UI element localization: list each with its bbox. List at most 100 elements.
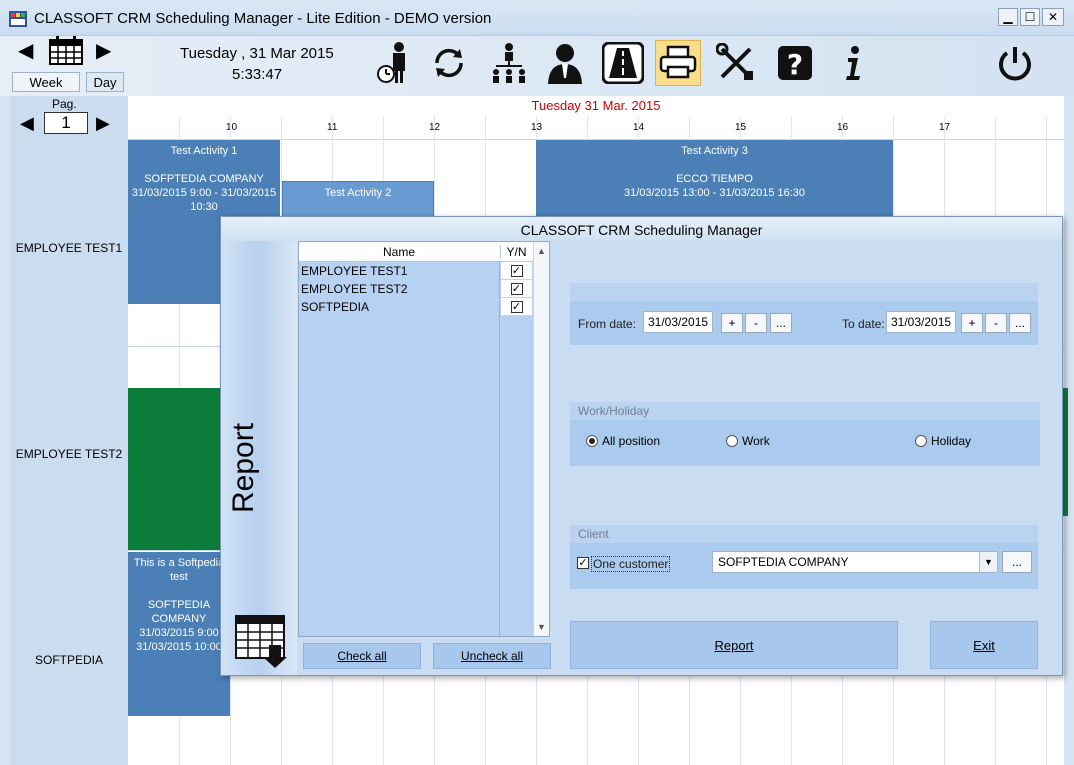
calendar-icon[interactable] [48, 36, 84, 66]
power-icon[interactable] [992, 40, 1038, 86]
activity-time: 31/03/2015 10:00 [136, 641, 222, 653]
maximize-button[interactable]: ☐ [1020, 8, 1040, 26]
report-dialog: CLASSOFT CRM Scheduling Manager Report N… [220, 216, 1063, 676]
radio-icon [726, 435, 738, 447]
activity-title: Test Activity 2 [324, 187, 392, 199]
svg-text:?: ? [787, 48, 803, 81]
activity-block[interactable]: Test Activity 3 ECCO TIEMPO 31/03/2015 1… [536, 140, 893, 218]
list-item[interactable]: SOFTPEDIA ✓ [299, 298, 532, 316]
work-holiday-panel: Work/Holiday All position Work Holiday [570, 402, 1040, 466]
report-button[interactable]: Report [570, 621, 898, 669]
next-page-arrow-icon[interactable]: ▶ [96, 113, 110, 134]
work-holiday-label: Work/Holiday [570, 402, 1040, 420]
radio-label: Work [742, 434, 770, 448]
list-item[interactable]: EMPLOYEE TEST1 ✓ [299, 262, 532, 280]
scroll-down-icon[interactable]: ▼ [537, 622, 546, 632]
list-item-name: EMPLOYEE TEST2 [301, 282, 408, 296]
window-title: CLASSOFT CRM Scheduling Manager - Lite E… [34, 10, 492, 27]
app-icon [9, 11, 27, 27]
title-bar: CLASSOFT CRM Scheduling Manager - Lite E… [0, 0, 1074, 36]
list-item-name: SOFTPEDIA [301, 300, 370, 314]
help-icon[interactable]: ? [772, 40, 818, 86]
chevron-down-icon[interactable]: ▼ [979, 552, 997, 572]
one-customer-checkbox[interactable]: ✓ [577, 557, 589, 569]
schedule-date-header: Tuesday 31 Mar. 2015 [128, 96, 1064, 116]
scroll-up-icon[interactable]: ▲ [537, 246, 546, 256]
uncheck-all-button[interactable]: Uncheck all [433, 643, 551, 669]
to-date-picker-button[interactable]: ... [1009, 313, 1031, 333]
activity-title: Test Activity 3 [681, 145, 748, 157]
client-label: Client [570, 525, 1038, 543]
activity-time: 31/03/2015 9:00 - 31/03/2015 10:30 [131, 187, 277, 213]
client-panel: Client ✓ One customer SOFPTEDIA COMPANY … [570, 525, 1038, 589]
page-label: Pag. [52, 97, 77, 111]
one-customer-label[interactable]: One customer [591, 556, 671, 572]
prev-date-arrow-icon[interactable]: ◀ [18, 38, 33, 63]
road-icon[interactable] [600, 40, 646, 86]
info-icon[interactable] [830, 40, 876, 86]
page-number[interactable]: 1 [44, 112, 88, 134]
list-item-checkbox[interactable]: ✓ [510, 282, 523, 295]
radio-work[interactable]: Work [726, 434, 770, 448]
activity-title: Test Activity 1 [170, 145, 238, 157]
next-date-arrow-icon[interactable]: ▶ [96, 38, 111, 63]
radio-label: All position [602, 434, 661, 448]
to-date-minus-button[interactable]: - [985, 313, 1007, 333]
minimize-button[interactable]: ▁ [998, 8, 1018, 26]
list-item-checkbox[interactable]: ✓ [510, 264, 523, 277]
prev-page-arrow-icon[interactable]: ◀ [20, 113, 34, 134]
to-date-plus-button[interactable]: + [961, 313, 983, 333]
close-button[interactable]: ✕ [1042, 8, 1064, 26]
activity-time: 31/03/2015 13:00 - 31/03/2015 16:30 [623, 187, 806, 199]
radio-holiday[interactable]: Holiday [915, 434, 971, 448]
radio-icon [915, 435, 927, 447]
list-header-yn: Y/N [500, 245, 532, 259]
activity-title: This is a Softpedia test [133, 557, 225, 583]
employee-label: SOFTPEDIA [34, 653, 103, 667]
toolbar: ◀ ▶ Week Day Tuesday , 31 Mar 2015 5:33:… [0, 36, 1074, 96]
org-chart-icon[interactable] [486, 40, 532, 86]
current-time: 5:33:47 [232, 66, 283, 83]
week-view-button[interactable]: Week [12, 72, 80, 92]
list-item-name: EMPLOYEE TEST1 [301, 264, 408, 278]
from-date-plus-button[interactable]: + [721, 313, 743, 333]
dialog-side-banner: Report [221, 241, 297, 675]
customer-icon[interactable] [542, 40, 588, 86]
to-date-field[interactable]: 31/03/2015 [886, 311, 956, 333]
activity-client: SOFTPEDIA COMPANY [147, 599, 211, 625]
tools-icon[interactable] [713, 40, 759, 86]
from-date-picker-button[interactable]: ... [770, 313, 792, 333]
activity-client: SOFPTEDIA COMPANY [144, 173, 264, 185]
report-side-label: Report [227, 422, 260, 513]
check-all-button[interactable]: Check all [303, 643, 421, 669]
radio-label: Holiday [931, 434, 972, 448]
exit-button[interactable]: Exit [930, 621, 1038, 669]
list-item-checkbox[interactable]: ✓ [510, 300, 523, 313]
activity-block[interactable]: This is a Softpedia test SOFTPEDIA COMPA… [128, 552, 230, 716]
customer-select[interactable]: SOFPTEDIA COMPANY ▼ [712, 551, 998, 573]
from-date-minus-button[interactable]: - [745, 313, 767, 333]
dialog-title: CLASSOFT CRM Scheduling Manager [221, 217, 1062, 241]
hour-header: 10 11 12 13 14 15 16 17 [128, 116, 1064, 140]
employee-clock-icon[interactable] [372, 40, 418, 86]
customer-select-value: SOFPTEDIA COMPANY [718, 555, 849, 569]
employee-list: Name Y/N EMPLOYEE TEST1 ✓ EMPLOYEE TEST2… [298, 241, 550, 637]
day-view-button[interactable]: Day [86, 72, 124, 92]
refresh-icon[interactable] [426, 40, 472, 86]
radio-selected-icon [586, 435, 598, 447]
employee-label: EMPLOYEE TEST1 [15, 241, 123, 255]
date-range-panel: From date: 31/03/2015 + - ... To date: 3… [570, 283, 1038, 345]
activity-block[interactable]: Test Activity 2 [282, 181, 434, 217]
employee-label: EMPLOYEE TEST2 [15, 447, 123, 461]
activity-time: 31/03/2015 9:00 [139, 627, 219, 639]
radio-all-position[interactable]: All position [586, 434, 660, 448]
activity-client: ECCO TIEMPO [676, 173, 753, 185]
activity-block[interactable] [128, 388, 228, 550]
list-scrollbar[interactable]: ▲ ▼ [533, 242, 549, 636]
to-date-label: To date: [842, 317, 885, 331]
printer-icon[interactable] [655, 40, 701, 86]
spreadsheet-export-icon[interactable] [235, 615, 291, 669]
customer-browse-button[interactable]: ... [1002, 551, 1032, 573]
list-item[interactable]: EMPLOYEE TEST2 ✓ [299, 280, 532, 298]
from-date-field[interactable]: 31/03/2015 [643, 311, 713, 333]
